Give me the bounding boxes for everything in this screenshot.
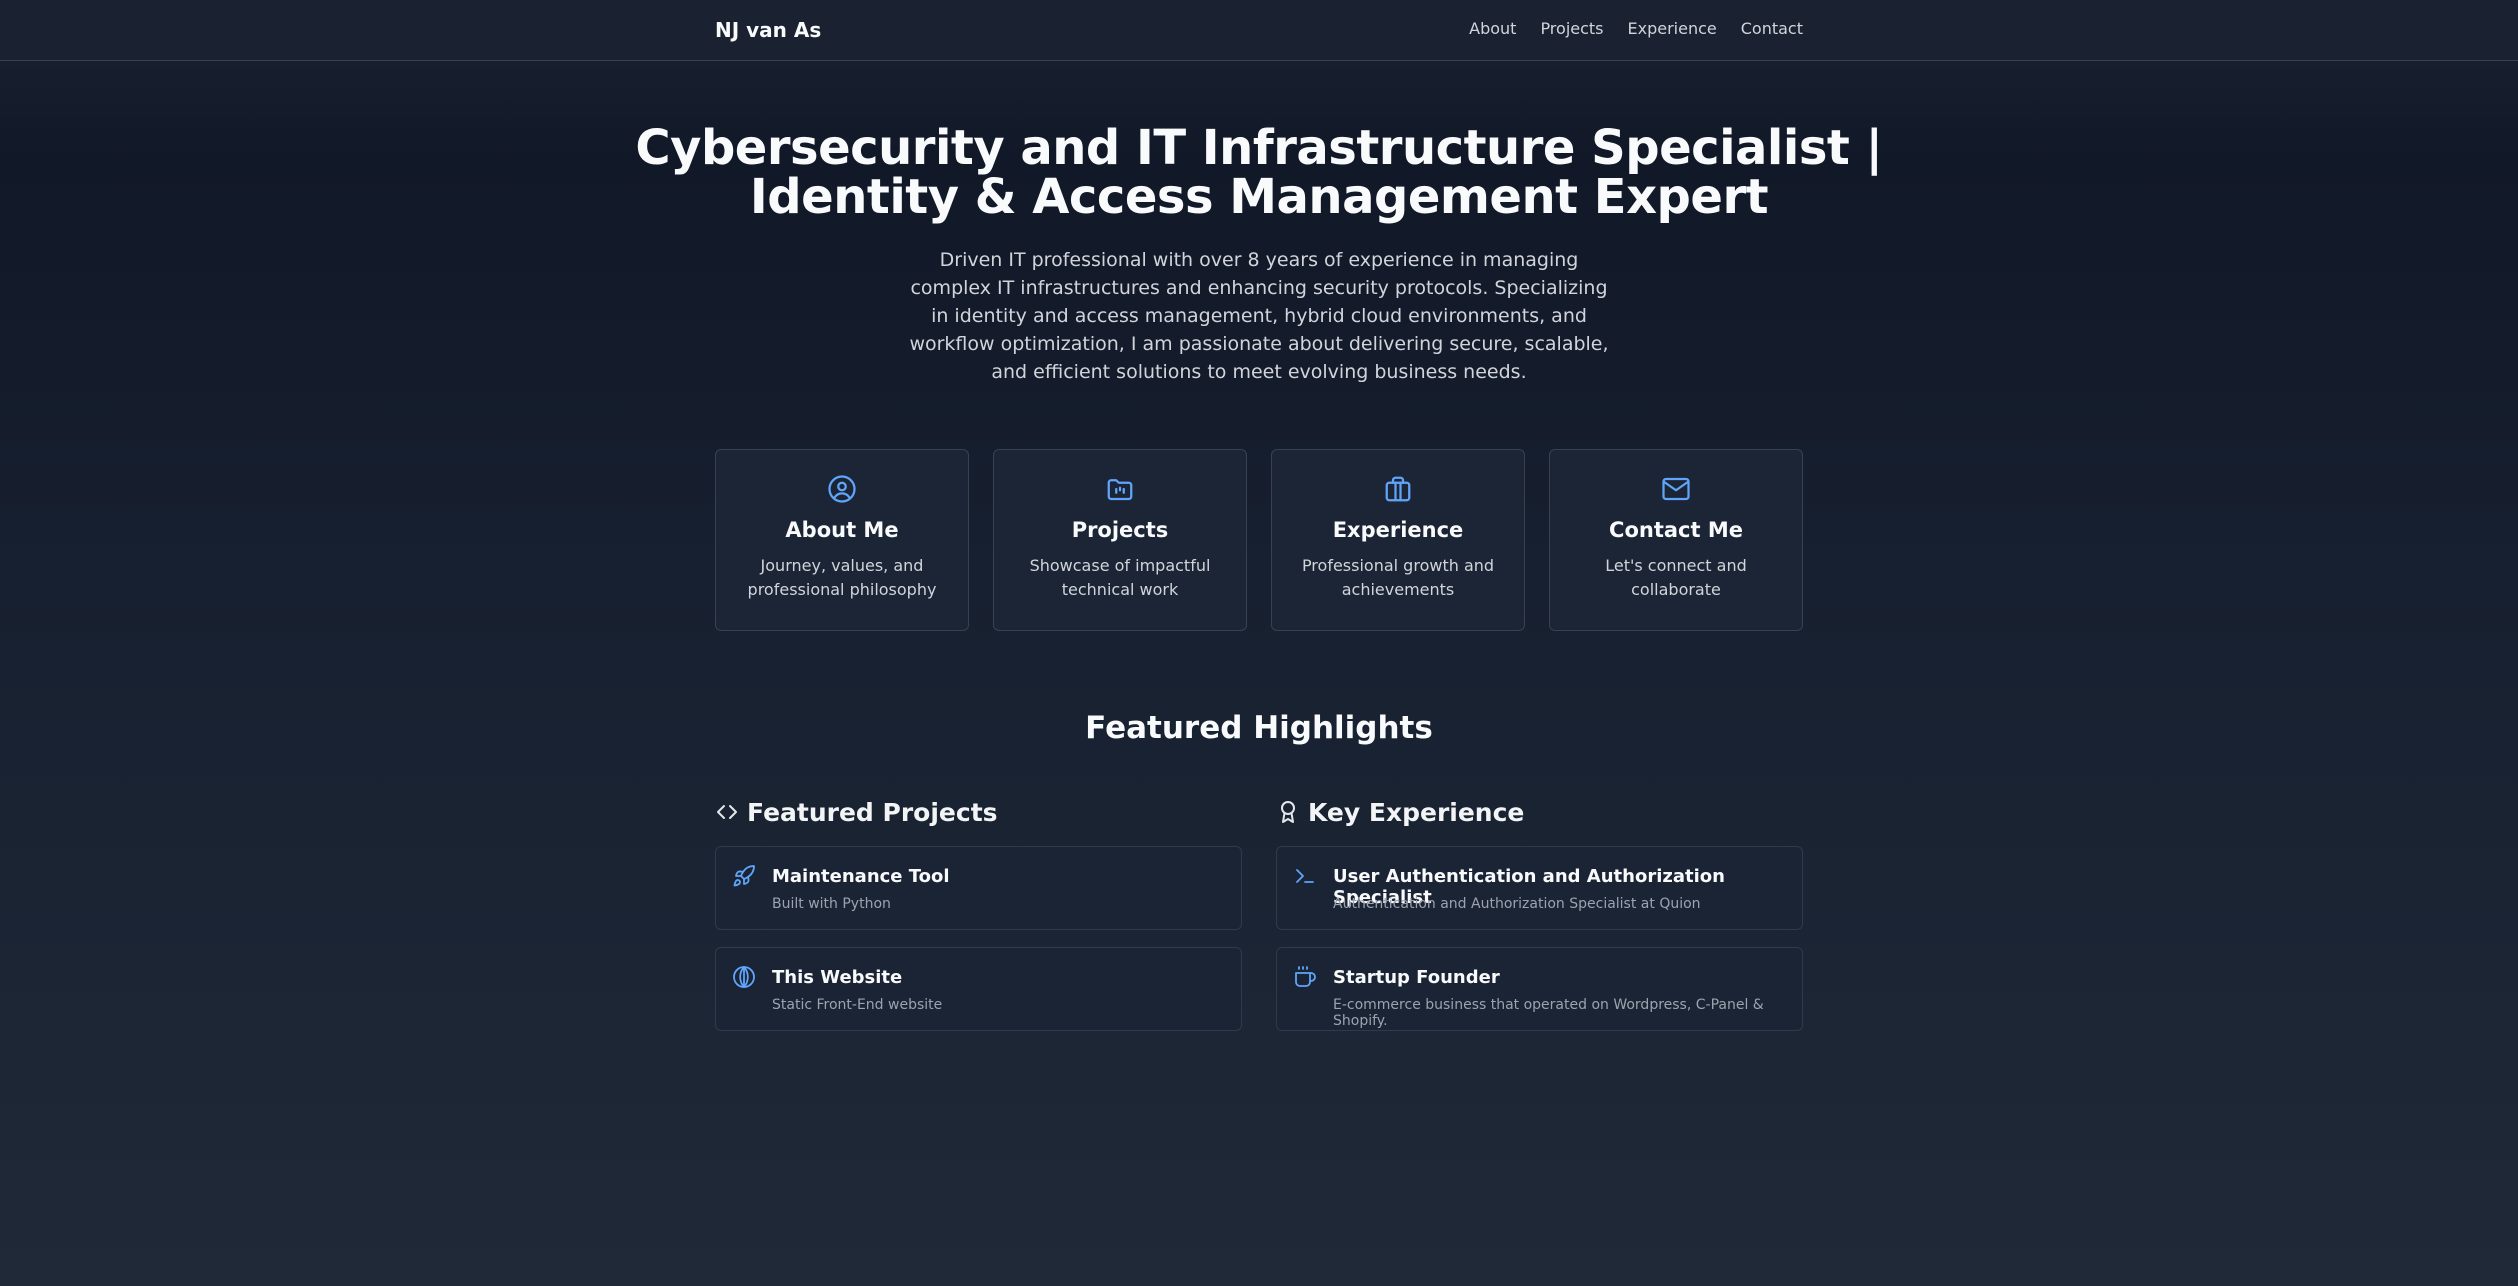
featured-projects-section: Featured Projects Maintenance Tool Built… bbox=[715, 796, 1242, 1031]
item-subtitle: Authentication and Authorization Special… bbox=[1333, 896, 1701, 912]
section-header: Featured Projects bbox=[715, 796, 1242, 828]
section-title: Key Experience bbox=[1308, 797, 1525, 827]
card-description: Showcase of impactful technical work bbox=[1029, 556, 1211, 599]
card-experience[interactable]: Experience Professional growth and achie… bbox=[1271, 449, 1525, 631]
card-title: About Me bbox=[785, 518, 899, 542]
item-title: Maintenance Tool bbox=[772, 866, 950, 887]
section-header: Key Experience bbox=[1276, 796, 1803, 828]
card-title: Experience bbox=[1332, 518, 1464, 542]
card-title: Contact Me bbox=[1609, 518, 1743, 542]
project-item[interactable]: This Website Static Front-End website bbox=[715, 947, 1242, 1031]
hero-subtitle: Driven IT professional with over 8 years… bbox=[909, 249, 1609, 383]
hero-title-line-2: Identity & Access Management Expert bbox=[749, 169, 1769, 225]
card-about-me[interactable]: About Me Journey, values, and profession… bbox=[715, 449, 969, 631]
featured-highlights-heading: Featured Highlights bbox=[1085, 710, 1433, 746]
card-description: Journey, values, and professional philos… bbox=[747, 556, 937, 599]
site-brand[interactable]: NJ van As bbox=[715, 18, 821, 42]
experience-item[interactable]: User Authentication and Authorization Sp… bbox=[1276, 846, 1803, 930]
award-icon bbox=[1281, 801, 1295, 823]
item-subtitle: E-commerce business that operated on Wor… bbox=[1333, 997, 1764, 1029]
experience-item[interactable]: Startup Founder E-commerce business that… bbox=[1276, 947, 1803, 1031]
hero-title-line-1: Cybersecurity and IT Infrastructure Spec… bbox=[635, 120, 1883, 176]
coffee-icon bbox=[1295, 966, 1316, 987]
quick-link-cards: About Me Journey, values, and profession… bbox=[715, 449, 1804, 631]
folder-icon bbox=[1107, 479, 1133, 501]
nav-links: About Projects Experience Contact bbox=[1469, 19, 1803, 38]
rocket-icon bbox=[733, 865, 755, 887]
card-projects[interactable]: Projects Showcase of impactful technical… bbox=[993, 449, 1247, 631]
project-item[interactable]: Maintenance Tool Built with Python bbox=[715, 846, 1242, 930]
globe-icon bbox=[733, 966, 755, 988]
user-circle-icon bbox=[828, 475, 856, 503]
item-subtitle: Built with Python bbox=[772, 896, 891, 912]
item-subtitle: Static Front-End website bbox=[772, 997, 943, 1013]
section-title: Featured Projects bbox=[747, 797, 998, 827]
code-icon bbox=[717, 805, 737, 819]
nav-link-projects[interactable]: Projects bbox=[1540, 19, 1603, 38]
key-experience-section: Key Experience User Authentication and A… bbox=[1276, 796, 1803, 1031]
item-title: Startup Founder bbox=[1333, 967, 1500, 988]
card-description: Professional growth and achievements bbox=[1301, 556, 1495, 599]
nav-link-about[interactable]: About bbox=[1469, 19, 1516, 38]
nav-link-experience[interactable]: Experience bbox=[1628, 19, 1717, 38]
briefcase-icon bbox=[1385, 476, 1411, 502]
hero-title: Cybersecurity and IT Infrastructure Spec… bbox=[0, 124, 2518, 222]
mail-icon bbox=[1662, 477, 1690, 501]
card-description: Let's connect and collaborate bbox=[1605, 556, 1747, 599]
top-navbar: NJ van As About Projects Experience Cont… bbox=[0, 0, 2518, 61]
nav-link-contact[interactable]: Contact bbox=[1741, 19, 1803, 38]
card-contact-me[interactable]: Contact Me Let's connect and collaborate bbox=[1549, 449, 1803, 631]
item-title: This Website bbox=[772, 967, 903, 988]
terminal-icon bbox=[1296, 869, 1314, 883]
card-title: Projects bbox=[1071, 518, 1169, 542]
